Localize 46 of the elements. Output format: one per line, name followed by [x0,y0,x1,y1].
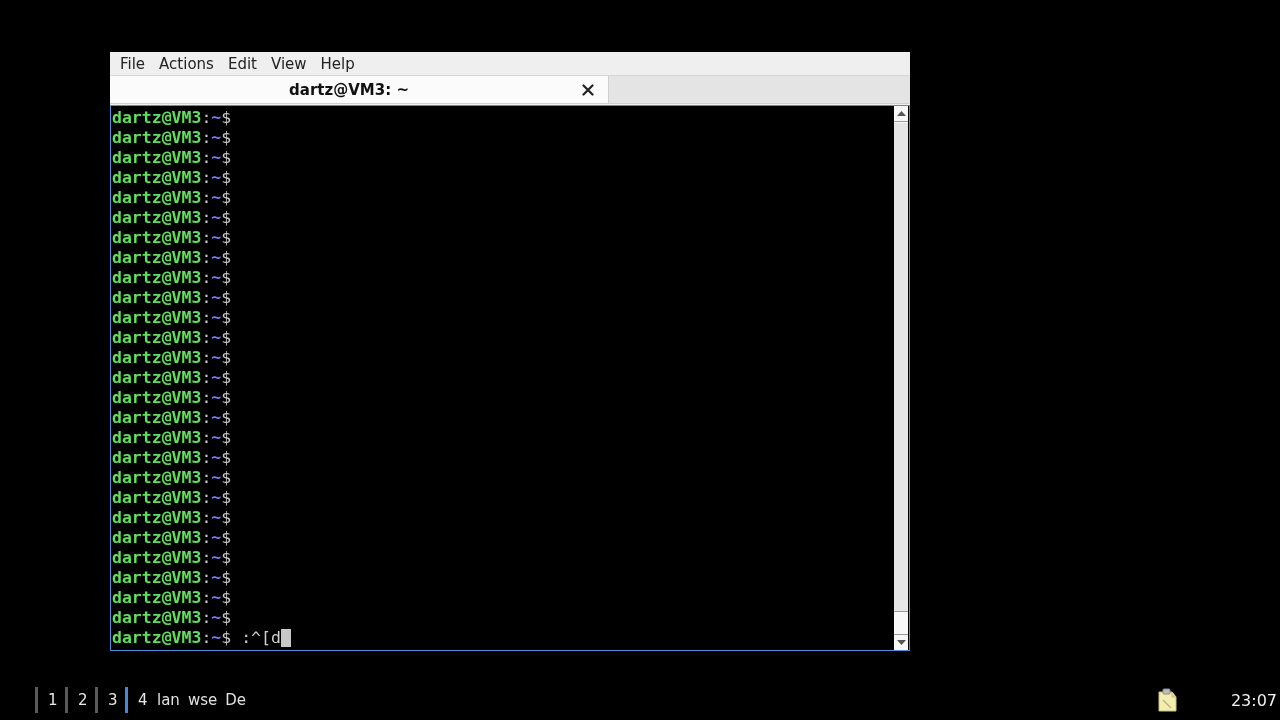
workspace-button[interactable]: 3 [95,687,125,713]
prompt-line: dartz@VM3:~$ [112,268,232,288]
prompt-line: dartz@VM3:~$ [112,488,232,508]
prompt-line: dartz@VM3:~$ [112,148,232,168]
menu-item[interactable]: Help [313,53,362,74]
close-icon [582,83,594,96]
workspace-button[interactable]: 4 [125,687,155,713]
prompt-line: dartz@VM3:~$ [112,208,232,228]
prompt-line: dartz@VM3:~$ :^[d [112,628,281,648]
notepad-icon[interactable] [1156,688,1177,712]
prompt-line: dartz@VM3:~$ [112,368,232,388]
close-tab-button[interactable] [582,83,594,96]
prompt-line: dartz@VM3:~$ [112,248,232,268]
menu-item[interactable]: File [113,53,153,74]
terminal-tab[interactable]: dartz@VM3: ~ [110,76,609,103]
prompt-line: dartz@VM3:~$ [112,548,232,568]
prompt-line: dartz@VM3:~$ [112,408,232,428]
prompt-line: dartz@VM3:~$ [112,528,232,548]
prompt-line: dartz@VM3:~$ [112,108,232,128]
prompt-line: dartz@VM3:~$ [112,168,232,188]
prompt-line: dartz@VM3:~$ [112,288,232,308]
prompt-line: dartz@VM3:~$ [112,508,232,528]
prompt-line: dartz@VM3:~$ [112,128,232,148]
caret-up-icon [896,111,906,116]
caret-down-icon [896,640,906,645]
taskbar-item[interactable]: lan [157,687,180,713]
prompt-line: dartz@VM3:~$ [112,588,232,608]
taskbar-item[interactable]: wse [187,687,218,713]
menu-item[interactable]: Actions [152,53,221,74]
prompt-line: dartz@VM3:~$ [112,228,232,248]
prompt-line: dartz@VM3:~$ [112,388,232,408]
workspace-button[interactable]: 2 [65,687,95,713]
prompt-line: dartz@VM3:~$ [112,608,232,628]
prompt-line: dartz@VM3:~$ [112,568,232,588]
clock-text: 23:07 [1230,690,1277,710]
prompt-line: dartz@VM3:~$ [112,468,232,488]
prompt-line: dartz@VM3:~$ [112,188,232,208]
menu-item[interactable]: Edit [220,53,264,74]
prompt-line: dartz@VM3:~$ [112,348,232,368]
prompt-line: dartz@VM3:~$ [112,448,232,468]
workspace-button[interactable]: 1 [35,687,65,713]
taskbar-item[interactable]: De [225,687,246,713]
prompt-line: dartz@VM3:~$ [112,428,232,448]
prompt-line: dartz@VM3:~$ [112,328,232,348]
menu-item[interactable]: View [263,53,314,74]
prompt-line: dartz@VM3:~$ [112,308,232,328]
